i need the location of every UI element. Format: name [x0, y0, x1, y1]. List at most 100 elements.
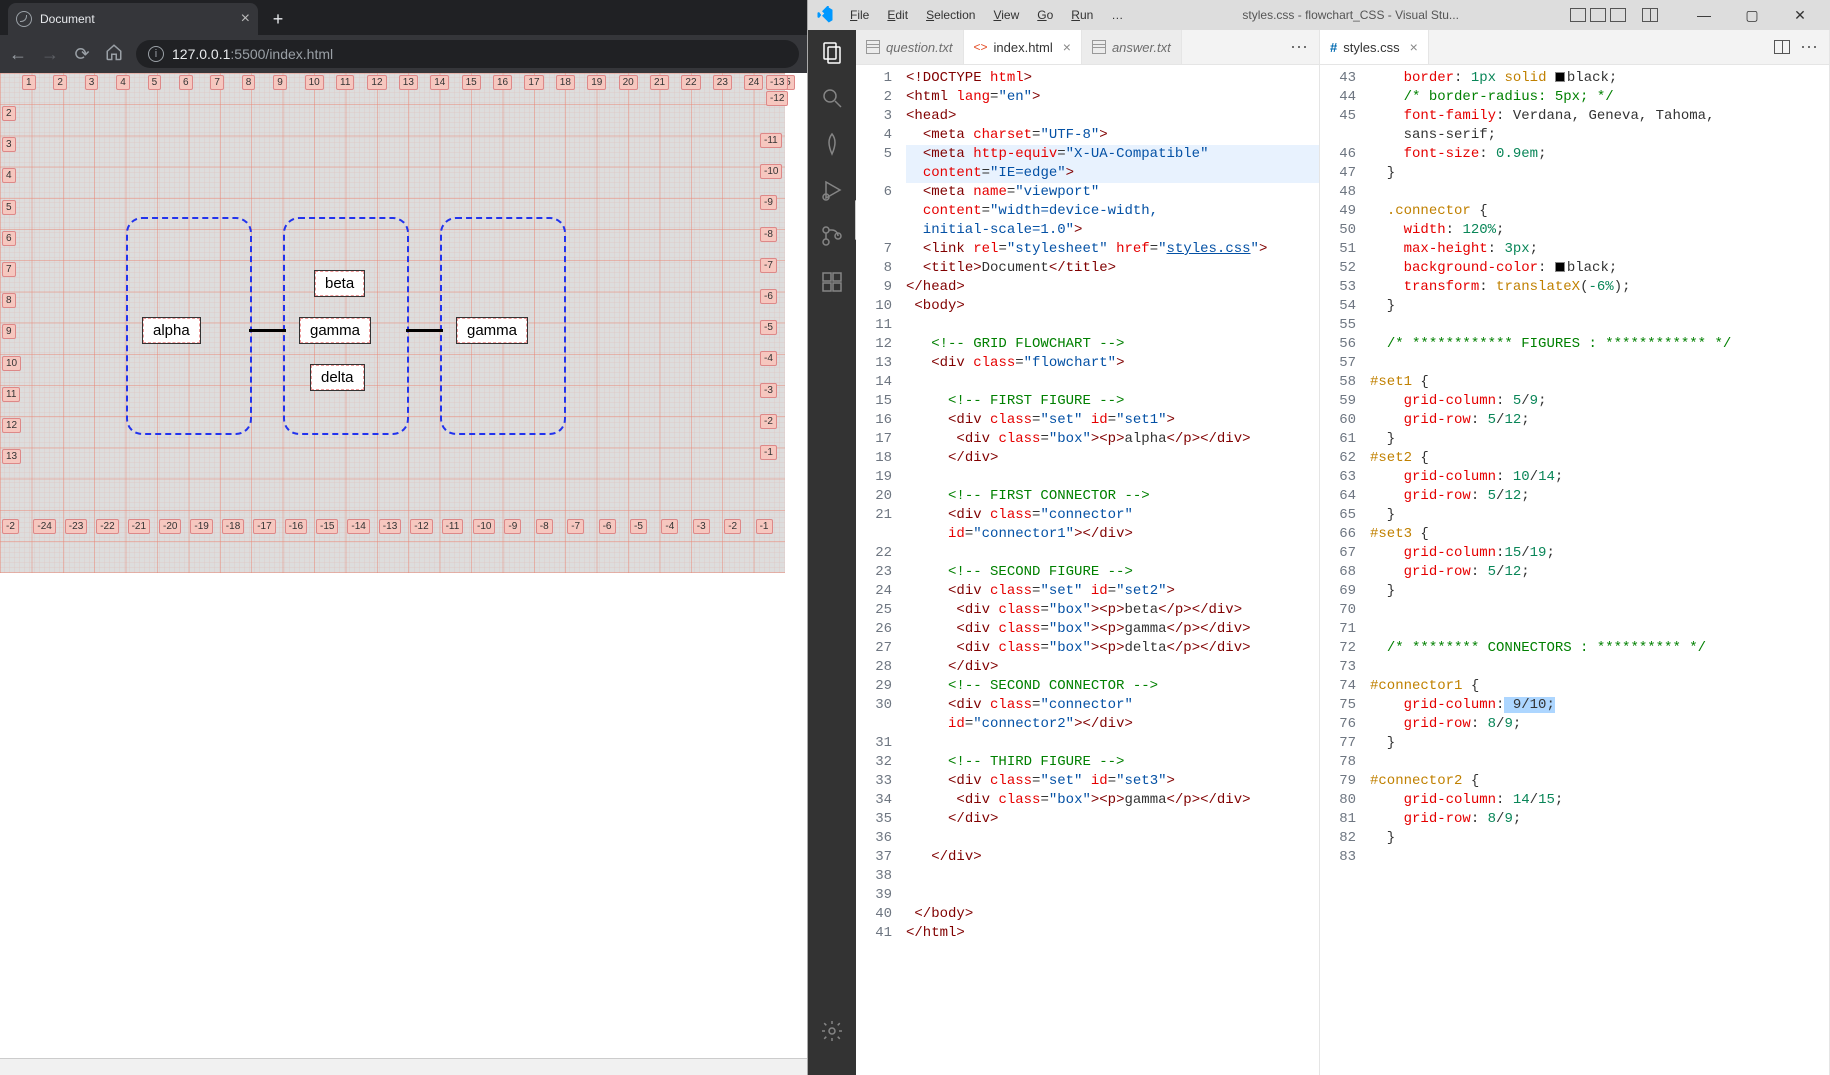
grid-index-badge: -11: [442, 519, 464, 534]
box-gamma2: gamma: [456, 317, 528, 344]
run-debug-icon[interactable]: [820, 178, 844, 202]
code-editor-css[interactable]: 434445 464748495051525354555657585960616…: [1320, 65, 1829, 1075]
grid-index-badge: -7: [760, 258, 777, 273]
box-alpha: alpha: [142, 317, 201, 344]
flowchart-grid: alpha beta gamma delta gamma 12345678910…: [0, 73, 785, 573]
grid-index-badge: -6: [599, 519, 616, 534]
panel-right-icon[interactable]: [1610, 8, 1626, 22]
reload-button[interactable]: ⟳: [72, 44, 92, 65]
grid-index-badge: -1: [756, 519, 773, 534]
menu-bar[interactable]: FileEditSelectionViewGoRun…: [842, 6, 1131, 24]
vscode-window: FileEditSelectionViewGoRun… styles.css -…: [808, 0, 1830, 1075]
grid-index-badge: 8: [242, 75, 256, 90]
window-title: styles.css - flowchart_CSS - Visual Stu.…: [1135, 8, 1566, 22]
menu-edit[interactable]: Edit: [879, 6, 916, 24]
url-bar[interactable]: i 127.0.0.1:5500/index.html: [136, 40, 799, 68]
grid-index-badge: 24: [744, 75, 763, 90]
more-actions-icon[interactable]: ⋯: [1290, 37, 1309, 58]
globe-icon: [16, 11, 32, 27]
menu-file[interactable]: File: [842, 6, 877, 24]
grid-index-badge: 13: [2, 449, 21, 464]
browser-window: Document × + ← → ⟳ i 127.0.0.1:5500/inde…: [0, 0, 808, 1075]
grid-index-badge: -10: [473, 519, 495, 534]
grid-index-badge: 4: [116, 75, 130, 90]
vscode-logo-icon: [816, 6, 834, 24]
grid-index-badge: 15: [462, 75, 481, 90]
grid-index-badge: 2: [53, 75, 67, 90]
layout-controls: — ▢ ✕: [1570, 7, 1822, 24]
grid-index-badge: 21: [650, 75, 669, 90]
editor-tabs-left: question.txt<>index.html×answer.txt ⋯: [856, 30, 1319, 65]
grid-index-badge: 6: [2, 231, 16, 246]
grid-index-badge: 23: [713, 75, 732, 90]
grid-index-badge: 14: [430, 75, 449, 90]
close-button[interactable]: ✕: [1778, 7, 1822, 24]
grid-index-badge: 5: [2, 200, 16, 215]
minimize-button[interactable]: —: [1682, 7, 1726, 23]
tab-title: Document: [40, 12, 95, 26]
grid-index-badge: -22: [96, 519, 118, 534]
code-editor-html[interactable]: 12345 6 789101112131415161718192021 2223…: [856, 65, 1319, 1075]
grid-index-badge: -12: [410, 519, 432, 534]
new-tab-button[interactable]: +: [264, 5, 292, 33]
grid-index-badge: -5: [760, 320, 777, 335]
back-button[interactable]: ←: [8, 44, 28, 65]
close-icon[interactable]: ×: [241, 10, 250, 28]
menu-…[interactable]: …: [1103, 6, 1131, 24]
text-file-icon: [1092, 40, 1106, 54]
menu-run[interactable]: Run: [1063, 6, 1101, 24]
grid-index-badge: 11: [336, 75, 354, 90]
grid-index-badge: 19: [587, 75, 606, 90]
grid-index-badge: -16: [285, 519, 307, 534]
editor-tab-styles-css[interactable]: #styles.css×: [1320, 30, 1429, 64]
editor-tab-answer-txt[interactable]: answer.txt: [1082, 30, 1182, 64]
forward-button[interactable]: →: [40, 44, 60, 65]
home-button[interactable]: [104, 43, 124, 66]
grid-index-badge: 11: [2, 387, 20, 402]
menu-go[interactable]: Go: [1029, 6, 1061, 24]
grid-index-badge: 22: [681, 75, 700, 90]
editor-group-1: question.txt<>index.html×answer.txt ⋯ 12…: [856, 30, 1320, 1075]
browser-tab[interactable]: Document ×: [8, 3, 258, 35]
grid-index-badge: -3: [693, 519, 710, 534]
grid-index-badge: -24: [33, 519, 55, 534]
grid-index-badge: -17: [253, 519, 275, 534]
editor-area: question.txt<>index.html×answer.txt ⋯ 12…: [856, 30, 1830, 1075]
split-editor-icon[interactable]: [1774, 40, 1790, 54]
grid-index-badge: -2: [2, 519, 19, 534]
panel-bottom-icon[interactable]: [1590, 8, 1606, 22]
editor-tab-question-txt[interactable]: question.txt: [856, 30, 964, 64]
horizontal-scrollbar[interactable]: [0, 1058, 807, 1075]
browser-toolbar: ← → ⟳ i 127.0.0.1:5500/index.html: [0, 35, 807, 73]
grid-index-badge: -8: [536, 519, 553, 534]
grid-index-badge: -11: [760, 133, 782, 148]
source-control-icon[interactable]: [820, 224, 844, 248]
grid-index-badge: -9: [504, 519, 521, 534]
grid-index-badge: 13: [399, 75, 418, 90]
site-info-icon[interactable]: i: [148, 46, 164, 62]
menu-selection[interactable]: Selection: [918, 6, 983, 24]
maximize-button[interactable]: ▢: [1730, 7, 1774, 24]
explorer-icon[interactable]: [820, 40, 844, 64]
search-icon[interactable]: [820, 86, 844, 110]
close-icon[interactable]: ×: [1063, 39, 1071, 55]
grid-index-badge: -2: [760, 414, 777, 429]
grid-index-badge: -10: [760, 164, 782, 179]
box-gamma: gamma: [299, 317, 371, 344]
grid-index-badge: -12: [766, 91, 788, 106]
settings-gear-icon[interactable]: [820, 1019, 844, 1043]
layout-grid-icon[interactable]: [1642, 8, 1658, 22]
editor-tab-index-html[interactable]: <>index.html×: [964, 30, 1082, 64]
url-host: 127.0.0.1: [172, 46, 230, 62]
box-beta: beta: [314, 270, 365, 297]
grid-index-badge: -4: [760, 351, 777, 366]
extensions-icon[interactable]: [820, 270, 844, 294]
more-actions-icon[interactable]: ⋯: [1800, 37, 1819, 58]
text-file-icon: [866, 40, 880, 54]
panel-left-icon[interactable]: [1570, 8, 1586, 22]
close-icon[interactable]: ×: [1410, 39, 1418, 55]
mongodb-leaf-icon[interactable]: [820, 132, 844, 156]
menu-view[interactable]: View: [985, 6, 1027, 24]
grid-index-badge: -18: [222, 519, 244, 534]
html-file-icon: <>: [974, 40, 988, 54]
